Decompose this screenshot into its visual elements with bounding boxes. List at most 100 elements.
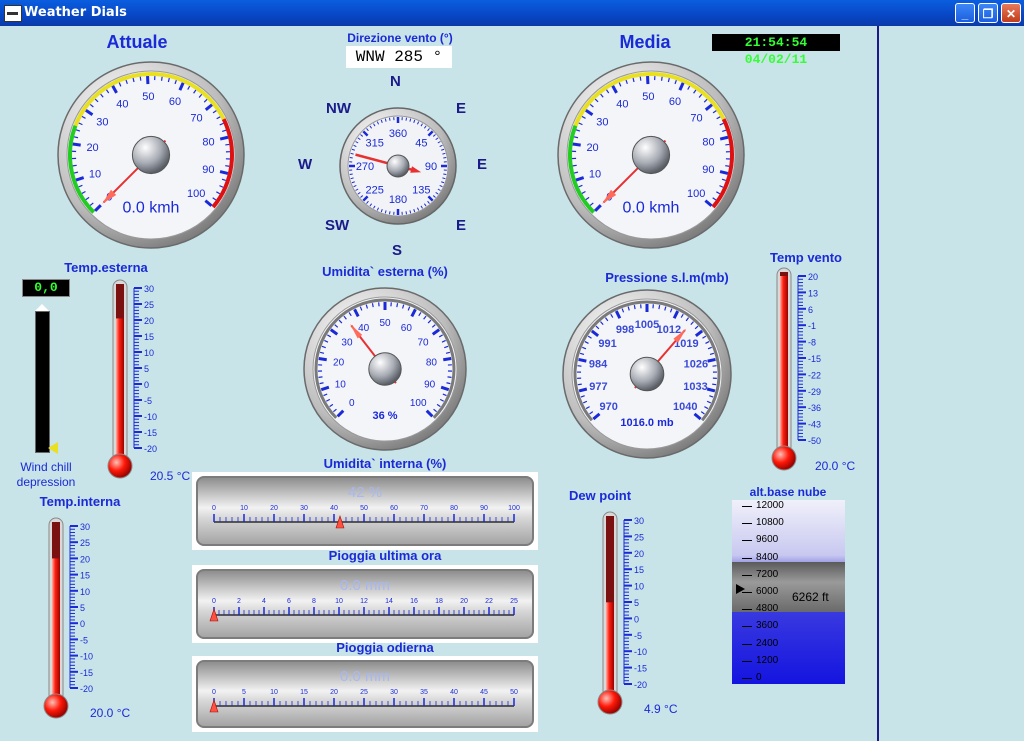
compass-label: 315 [365,138,383,150]
scale-tick-label: 70 [420,505,428,512]
thermometer-mercury [780,276,788,458]
cloud-tick-label: 1200 [756,654,779,666]
cloud-tick [742,574,752,576]
scale-tick-label: 20 [270,505,278,512]
thermometer-tick-label: 5 [80,603,85,613]
wind-average-gauge: 01020304050607080901000.0 kmh [557,61,745,249]
scale-tick-label: 60 [390,505,398,512]
compass-label: 270 [356,161,374,173]
clock-display: 21:54:54 04/02/11 [712,34,840,67]
gauge-major-tick [707,357,716,363]
gauge-minor-tick [319,382,324,385]
scale-tick-label: 12 [360,598,368,605]
scale-tick-label: 20 [330,689,338,696]
gauge-minor-tick [572,164,577,167]
thermometer-tick-label: -36 [808,403,821,413]
gauge-tick-label: 70 [190,112,202,124]
humidity-out-title: Umidita` esterna (%) [322,264,448,279]
scale-tick-label: 0 [212,598,216,605]
scale-tick-label: 16 [410,598,418,605]
gauge-major-tick [578,387,588,393]
compass-tick [349,173,353,176]
gauge-tick-label: 30 [96,117,108,129]
gauge-major-tick [719,170,729,175]
thermometer-tick-label: 15 [634,565,644,575]
gauge-tick-label: 100 [410,398,427,409]
scale-tick-label: 0 [212,505,216,512]
gauge-reading: 0.0 kmh [623,200,680,217]
wind-chill-label: Wind chill depression [16,460,76,489]
window-title: Weather Dials [24,5,127,20]
gauge-major-tick [219,135,229,141]
close-button[interactable]: ✕ [1001,3,1021,23]
cloud-tick [742,506,752,507]
gauge-minor-tick [72,164,77,167]
scale-tick-label: 30 [300,505,308,512]
gauge-tick-label: 50 [142,91,154,103]
cloud-tick [742,678,752,679]
gauge-minor-tick [139,76,142,81]
dew-point-thermometer: 30 25 20 15 10 5 0 -5 -10 -15 -20 [597,511,647,715]
gauge-hub [631,135,671,175]
rain-day-panel: 0.0 mm 0 5 10 15 20 25 30 35 40 45 50 [192,656,538,732]
gauge-tick-label: 50 [642,91,654,103]
cloud-tick-label: 2400 [756,637,779,649]
wind-chill-bar [35,304,50,453]
thermometer-mercury [116,318,124,466]
scale-tick-label: 40 [450,689,458,696]
cloud-base-gauge: 12000 10800 9600 8400 7200 6000 4800 3600 2400 12… [732,500,845,684]
thermometer-tick-label: 30 [80,522,90,532]
gauge-tick-label: 984 [589,359,608,371]
gauge-hub [368,352,402,386]
gauge-tick-label: 1012 [657,324,681,336]
thermometer-tick-label: 15 [144,332,154,342]
gauge-minor-tick [225,143,230,146]
gauge-tick-label: 991 [598,338,616,350]
maximize-button[interactable]: ❐ [978,3,998,23]
cloud-tick [742,557,752,559]
cloud-tick-label: 3600 [756,620,779,632]
scale-tick-label: 2 [237,598,241,605]
scale-tick-label: 10 [335,598,343,605]
thermometer-tick-label: 6 [808,305,813,315]
thermometer-tick-label: 0 [144,380,149,390]
gauge-tick-label: 20 [333,358,345,369]
thermometer-tick-label: -20 [634,680,647,690]
gauge-minor-tick [446,382,451,385]
compass-label: 90 [425,161,437,173]
gauge-tick-label: 20 [86,142,98,154]
wind-direction-compass: 360 45 90 135 180 225 270 315 [339,107,457,225]
thermometer-tick-label: 15 [80,571,90,581]
gauge-tick-label: 50 [379,318,391,329]
compass-label: 180 [389,194,407,206]
thermometer-tick-label: 20 [808,272,818,282]
scale-tick-label: 8 [312,598,316,605]
minimize-button[interactable]: _ [955,3,975,23]
wind-direction-readout: WNW 285 ° [346,46,452,68]
gauge-tick-label: 1026 [684,359,708,371]
scale-tick-label: 20 [460,598,468,605]
gauge-major-tick [719,135,729,141]
temp-in-reading: 20.0 °C [90,706,131,720]
thermometer-tick-label: -15 [634,664,647,674]
scale-tick-label: 40 [330,505,338,512]
thermometer-tick-label: 20 [634,549,644,559]
thermometer-tick-label: 10 [80,587,90,597]
compass-label: 135 [412,184,430,196]
compass-n: N [390,73,401,90]
temp-in-thermometer: 30 25 20 15 10 5 0 -5 -10 -15 -20 [43,517,93,719]
compass-tick [443,173,447,176]
gauge-minor-tick [160,76,163,81]
temp-wind-thermometer: 20 13 6 -1 -8 -15 -22 -29 -36 -43 -50 [771,267,821,471]
gauge-minor-tick [577,383,582,386]
gauge-tick-label: 70 [690,112,702,124]
compass-label: 225 [365,184,383,196]
thermometer-tick-label: 0 [80,619,85,629]
thermometer-bulb [771,445,797,471]
thermometer-bulb [597,689,623,715]
thermometer-mercury [52,558,60,706]
cloud-tick [742,626,752,628]
pressure-title: Pressione s.l.m(mb) [605,270,729,285]
cloud-tick-label: 9600 [756,534,779,546]
gauge-tick-label: 10 [335,380,347,391]
